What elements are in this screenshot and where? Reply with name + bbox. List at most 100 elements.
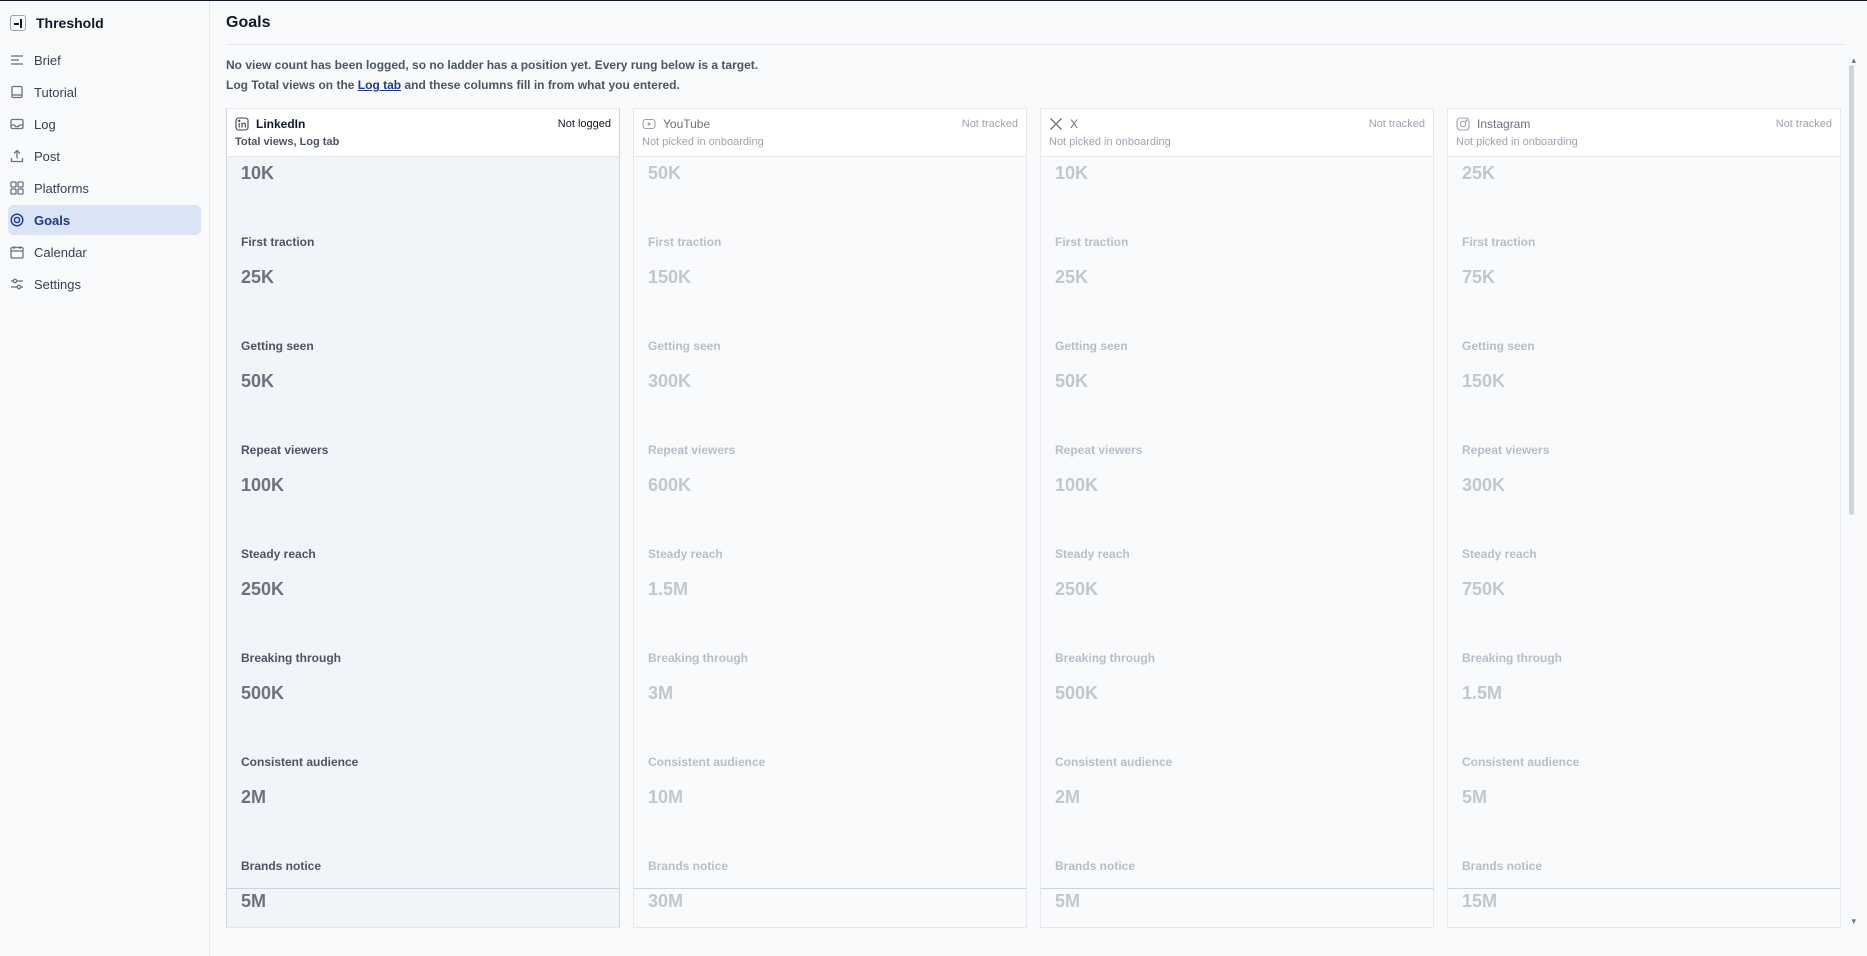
rung-label: Getting seen <box>241 339 314 353</box>
column-header: Instagram Not tracked Not picked in onbo… <box>1448 109 1840 157</box>
scrollbar-thumb[interactable] <box>1849 65 1854 515</box>
column-name: Instagram <box>1477 117 1531 131</box>
grid-icon <box>10 181 24 195</box>
intro-line-2-suffix: and these columns fill in from what you … <box>401 78 680 92</box>
column-name: X <box>1070 117 1079 131</box>
rung-label: Consistent audience <box>1462 755 1580 769</box>
upload-icon <box>10 149 24 163</box>
sidebar-item-settings[interactable]: Settings <box>8 269 201 299</box>
sidebar-item-label: Post <box>34 148 61 164</box>
column-subtitle: Not picked in onboarding <box>1456 136 1578 148</box>
rung-value: 25K <box>1055 267 1089 287</box>
rung-value: 5M <box>1462 787 1488 807</box>
rung-label: First traction <box>241 235 315 249</box>
sidebar-nav: Brief Tutorial Log Post Platforms Goals … <box>0 45 209 299</box>
target-icon <box>10 213 24 227</box>
rung-label: Breaking through <box>241 651 342 665</box>
column-subtitle: Total views, Log tab <box>235 136 340 148</box>
scroll-down-icon[interactable]: ▾ <box>1851 916 1856 927</box>
intro-text: No view count has been logged, so no lad… <box>226 55 1846 95</box>
rung-label: Steady reach <box>1462 547 1537 561</box>
intro-line-2: Log Total views on the Log tab and these… <box>226 75 1846 95</box>
main-content: Goals No view count has been logged, so … <box>211 1 1867 956</box>
rung-value: 600K <box>648 475 692 495</box>
log-tab-link[interactable]: Log tab <box>358 78 401 92</box>
rung-label: Consistent audience <box>648 755 766 769</box>
column-header: X Not tracked Not picked in onboarding <box>1041 109 1433 157</box>
rung-list: 10K First traction 25K Getting seen 50K … <box>227 155 619 919</box>
rung-value: 25K <box>1462 163 1496 183</box>
rung-label: Steady reach <box>648 547 723 561</box>
rung-label: Repeat viewers <box>1055 443 1143 457</box>
column-divider <box>1448 888 1840 889</box>
brand[interactable]: Threshold <box>0 1 209 45</box>
rung-value: 2M <box>241 787 267 807</box>
rung-value: 500K <box>241 683 285 703</box>
sidebar-item-log[interactable]: Log <box>8 109 201 139</box>
sidebar-item-goals[interactable]: Goals <box>8 205 201 235</box>
rung-label: Brands notice <box>1055 859 1136 873</box>
rung-value: 150K <box>648 267 692 287</box>
x-icon <box>1049 117 1063 131</box>
sidebar-item-calendar[interactable]: Calendar <box>8 237 201 267</box>
column-subtitle: Not picked in onboarding <box>1049 136 1171 148</box>
goal-columns: LinkedIn Not logged Total views, Log tab… <box>226 108 1846 928</box>
column-status: Not tracked <box>961 118 1018 130</box>
instagram-icon <box>1456 117 1470 131</box>
rung-value: 50K <box>241 371 275 391</box>
rung-value: 10K <box>241 163 275 183</box>
column-status: Not tracked <box>1775 118 1832 130</box>
rung-label: Consistent audience <box>241 755 359 769</box>
rung-label: Consistent audience <box>1055 755 1173 769</box>
column-name: YouTube <box>663 117 711 131</box>
rung-label: Getting seen <box>1462 339 1535 353</box>
sidebar-item-tutorial[interactable]: Tutorial <box>8 77 201 107</box>
rung-value: 100K <box>1055 475 1099 495</box>
sidebar-item-label: Platforms <box>34 180 89 196</box>
rung-value: 10K <box>1055 163 1089 183</box>
rung-value: 1.5M <box>648 579 689 599</box>
rung-label: Breaking through <box>1462 651 1563 665</box>
rung-value: 3M <box>648 683 674 703</box>
inbox-icon <box>10 117 24 131</box>
linkedin-icon <box>235 117 249 131</box>
rung-label: Breaking through <box>1055 651 1156 665</box>
rung-value: 250K <box>1055 579 1099 599</box>
column-header: LinkedIn Not logged Total views, Log tab <box>227 109 619 157</box>
rung-label: First traction <box>648 235 722 249</box>
sidebar-item-brief[interactable]: Brief <box>8 45 201 75</box>
column-divider <box>634 888 1026 889</box>
ladder-column-youtube: YouTube Not tracked Not picked in onboar… <box>633 108 1027 928</box>
rung-list: 25K First traction 75K Getting seen 150K… <box>1448 155 1840 919</box>
rung-list: 50K First traction 150K Getting seen 300… <box>634 155 1026 919</box>
rung-value: 250K <box>241 579 285 599</box>
app-title: Threshold <box>36 15 104 31</box>
rung-label: Brands notice <box>1462 859 1543 873</box>
rung-label: Steady reach <box>241 547 316 561</box>
rung-value: 1.5M <box>1462 683 1503 703</box>
intro-line-2-prefix: Log Total views on the <box>226 78 358 92</box>
ladder-column-instagram: Instagram Not tracked Not picked in onbo… <box>1447 108 1841 928</box>
sidebar-item-label: Brief <box>34 52 61 68</box>
column-name: LinkedIn <box>256 117 306 131</box>
rung-label: Brands notice <box>241 859 322 873</box>
sidebar-item-label: Log <box>34 116 56 132</box>
rung-value: 500K <box>1055 683 1099 703</box>
rung-value: 750K <box>1462 579 1506 599</box>
sidebar: Threshold Brief Tutorial Log Post Platfo… <box>0 1 210 956</box>
column-status: Not tracked <box>1368 118 1425 130</box>
sidebar-item-label: Settings <box>34 276 81 292</box>
ladder-column-x: X Not tracked Not picked in onboarding 1… <box>1040 108 1434 928</box>
sidebar-item-post[interactable]: Post <box>8 141 201 171</box>
rung-list: 10K First traction 25K Getting seen 50K … <box>1041 155 1433 919</box>
column-divider <box>1041 888 1433 889</box>
rung-value: 10M <box>648 787 684 807</box>
intro-line-1: No view count has been logged, so no lad… <box>226 58 759 72</box>
sidebar-item-platforms[interactable]: Platforms <box>8 173 201 203</box>
page-title: Goals <box>226 1 1846 45</box>
rung-label: Repeat viewers <box>1462 443 1550 457</box>
rung-label: Steady reach <box>1055 547 1130 561</box>
rung-value: 75K <box>1462 267 1496 287</box>
lines-icon <box>10 53 24 67</box>
sidebar-item-label: Goals <box>34 212 71 228</box>
